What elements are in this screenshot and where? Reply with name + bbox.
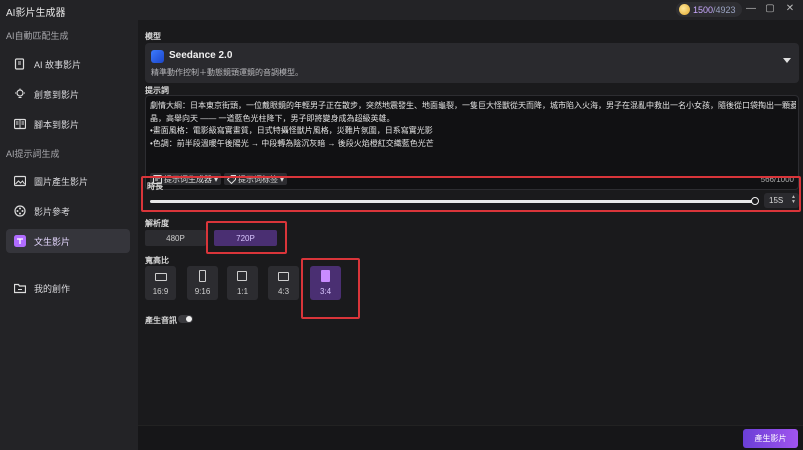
- sidebar-item-label: AI 故事影片: [34, 59, 82, 70]
- sidebar-item-video-reference[interactable]: 影片參考: [6, 199, 130, 223]
- landscape-4-3-icon: [278, 272, 289, 281]
- ratio-label: 16:9: [152, 287, 169, 296]
- close-icon[interactable]: ✕: [783, 2, 797, 16]
- sidebar-item-my-creations[interactable]: 我的創作: [6, 276, 130, 300]
- ratio-label: 9:16: [194, 287, 211, 296]
- audio-toggle[interactable]: [178, 315, 193, 323]
- lightbulb-icon: [14, 88, 26, 100]
- sidebar-item-script-to-video[interactable]: 腳本到影片: [6, 112, 130, 136]
- sidebar-item-ai-story[interactable]: AI 故事影片: [6, 52, 130, 76]
- duration-input[interactable]: 15S ▲ ▼: [764, 193, 799, 208]
- sidebar-item-text-to-video[interactable]: 文生影片: [6, 229, 130, 253]
- sidebar: AI自動匹配生成 AI 故事影片 創意到影片 腳本到影片 AI提示詞生成 圖片產…: [0, 20, 138, 450]
- coin-icon: [679, 4, 690, 15]
- model-label: 模型: [145, 32, 161, 41]
- sidebar-section-auto: AI自動匹配生成: [6, 31, 69, 41]
- prompt-line: 劇情大綱：日本東京街頭，一位戴眼鏡的年輕男子正在散步，突然地震發生、地面龜裂，一…: [150, 101, 796, 110]
- prompt-line: •色調：前半段溫暖午後陽光 → 中段轉為陰沉灰暗 → 後段火焰橙紅交織藍色光芒: [150, 138, 434, 148]
- credits-badge[interactable]: 1500/4923: [676, 2, 742, 17]
- folder-icon: [14, 282, 26, 294]
- prompt-line: •畫面風格：電影級寫實畫質，日式特攝怪獸片風格，災難片氛圍，日系寫實光影: [150, 126, 433, 135]
- sidebar-section-prompt: AI提示詞生成: [6, 149, 60, 159]
- chevron-down-icon: [783, 58, 791, 63]
- app-title: AI影片生成器: [6, 8, 66, 19]
- model-logo-icon: [151, 50, 164, 63]
- duration-label: 時長: [147, 182, 163, 191]
- prompt-text: 劇情大綱：日本東京街頭，一位戴眼鏡的年輕男子正在散步，突然地震發生、地面龜裂，一…: [150, 100, 796, 150]
- credits-total: /4923: [713, 4, 736, 15]
- ratio-label: 4:3: [277, 287, 290, 296]
- ratio-1-1-button[interactable]: 1:1: [227, 266, 258, 300]
- resolution-label: 解析度: [145, 219, 169, 228]
- maximize-icon[interactable]: ▢: [763, 2, 777, 16]
- ai-story-icon: [14, 58, 26, 70]
- square-ratio-icon: [237, 271, 247, 281]
- main-panel: 模型 Seedance 2.0 精準動作控制＋動態鏡頭運鏡的音調模型。 提示詞 …: [138, 20, 803, 450]
- landscape-ratio-icon: [155, 273, 167, 281]
- generate-video-label: 產生影片: [754, 434, 787, 443]
- generate-video-button[interactable]: 產生影片: [743, 429, 798, 448]
- sidebar-item-idea-to-video[interactable]: 創意到影片: [6, 82, 130, 106]
- audio-label: 產生音訊: [145, 316, 177, 325]
- model-description: 精準動作控制＋動態鏡頭運鏡的音調模型。: [151, 68, 303, 77]
- resolution-highlight-box: [206, 221, 287, 254]
- sidebar-item-image-to-video[interactable]: 圖片產生影片: [6, 169, 130, 193]
- sidebar-item-label: 我的創作: [34, 283, 71, 294]
- image-icon: [14, 175, 26, 187]
- ratio-16-9-button[interactable]: 16:9: [145, 266, 176, 300]
- model-select[interactable]: Seedance 2.0 精準動作控制＋動態鏡頭運鏡的音調模型。: [145, 43, 799, 83]
- portrait-ratio-icon: [199, 270, 206, 282]
- stepper-arrows-icon[interactable]: ▲ ▼: [791, 195, 796, 205]
- resolution-480p-button[interactable]: 480P: [145, 230, 206, 246]
- duration-slider-track[interactable]: [150, 200, 756, 203]
- credits-used: 1500: [693, 4, 714, 15]
- ratio-9-16-button[interactable]: 9:16: [187, 266, 218, 300]
- duration-section: 時長 15S ▲ ▼: [141, 176, 801, 212]
- aspect-ratio-label: 寬高比: [145, 256, 169, 265]
- sidebar-item-label: 圖片產生影片: [34, 176, 89, 187]
- ratio-highlight-box: [301, 258, 360, 319]
- model-name: Seedance 2.0: [169, 50, 233, 61]
- book-icon: [14, 118, 26, 130]
- sidebar-item-label: 文生影片: [34, 236, 71, 247]
- resolution-480p-label: 480P: [166, 233, 185, 243]
- ratio-4-3-button[interactable]: 4:3: [268, 266, 299, 300]
- minimize-icon[interactable]: —: [744, 2, 758, 16]
- footer-bar: 產生影片: [138, 425, 803, 450]
- film-icon: [14, 205, 26, 217]
- sidebar-item-label: 創意到影片: [34, 89, 80, 100]
- ratio-label: 1:1: [236, 287, 249, 296]
- sidebar-item-label: 影片參考: [34, 206, 71, 217]
- text-to-video-icon: [14, 235, 26, 247]
- prompt-line: 晶，高舉向天 —— 一道藍色光柱降下，男子即將變身成為超級英雄。: [150, 113, 395, 123]
- sidebar-item-label: 腳本到影片: [34, 119, 80, 130]
- title-bar: AI影片生成器 1500/4923 — ▢ ✕: [0, 0, 803, 20]
- duration-slider-thumb[interactable]: [751, 197, 759, 205]
- duration-value: 15S: [769, 196, 784, 205]
